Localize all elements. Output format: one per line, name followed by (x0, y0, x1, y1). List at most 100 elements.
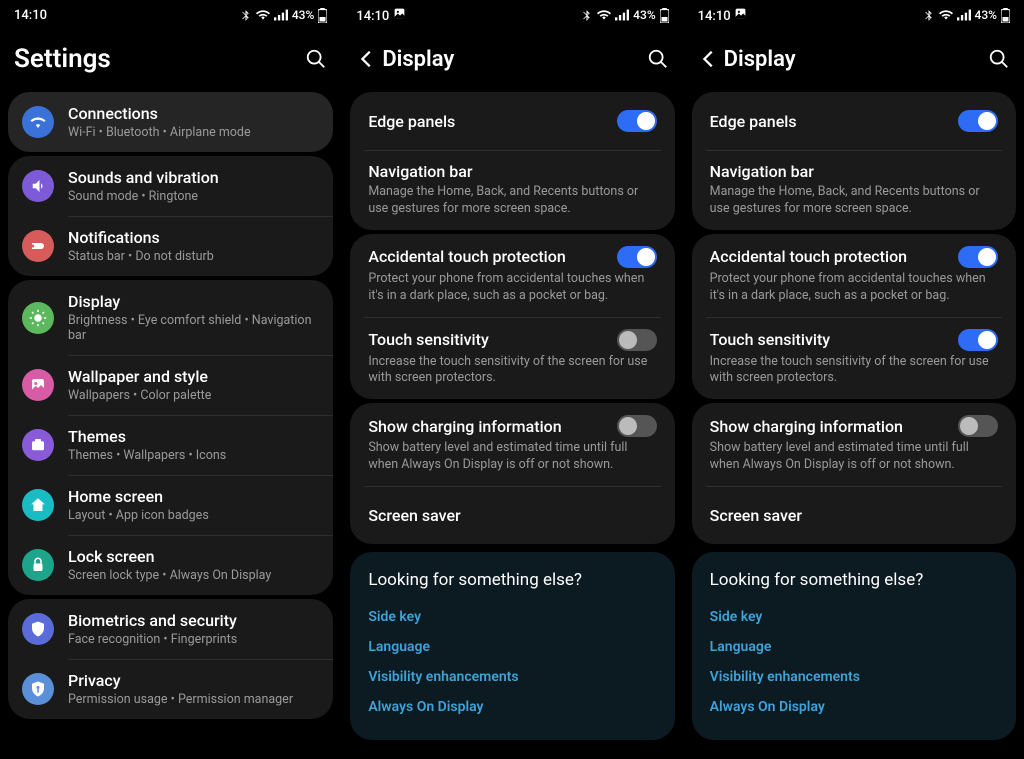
row-icon (22, 673, 54, 705)
row-icon (22, 369, 54, 401)
battery-icon (1001, 8, 1010, 23)
row-accidental-touch[interactable]: Accidental touch protectionProtect your … (350, 234, 674, 317)
settings-row-connections[interactable]: ConnectionsWi-Fi • Bluetooth • Airplane … (8, 92, 333, 152)
settings-row-biometrics-and-security[interactable]: Biometrics and security Face recognition … (8, 599, 333, 659)
battery-pct: 43% (633, 8, 655, 22)
row-icon (22, 489, 54, 521)
lookfor-link[interactable]: Side key (368, 602, 656, 632)
row-label: Accidental touch protection (368, 247, 616, 266)
statusbar: 14:10 43% (342, 0, 682, 30)
settings-row-display[interactable]: Display Brightness • Eye comfort shield •… (8, 280, 333, 355)
row-sub: Brightness • Eye comfort shield • Naviga… (68, 313, 319, 343)
lookfor-link[interactable]: Always On Display (368, 692, 656, 722)
search-icon[interactable] (645, 48, 669, 70)
row-accidental-touch[interactable]: Accidental touch protection Protect your … (692, 234, 1016, 317)
page-title: Display (724, 47, 986, 72)
row-label: Sounds and vibration (68, 168, 319, 187)
signal-icon (957, 9, 971, 21)
settings-group: Sounds and vibration Sound mode • Rington… (8, 156, 333, 276)
row-icon (22, 230, 54, 262)
wifi-icon (256, 8, 270, 22)
row-label: Navigation bar (710, 162, 998, 181)
lookfor-link[interactable]: Always On Display (710, 692, 998, 722)
settings-row-privacy[interactable]: PrivacyPermission usage • Permission man… (8, 659, 333, 719)
row-sub: Sound mode • Ringtone (68, 189, 319, 204)
row-sub: Wallpapers • Color palette (68, 388, 319, 403)
display-group-1: Edge panels Navigation bar Manage the Home… (692, 92, 1016, 230)
row-label: Privacy (68, 671, 319, 690)
lookfor-link[interactable]: Visibility enhancements (710, 662, 998, 692)
page-title: Display (382, 47, 644, 72)
battery-pct: 43% (292, 8, 314, 22)
lookfor-title: Looking for something else? (710, 570, 998, 590)
row-charging-info[interactable]: Show charging information Show battery le… (350, 403, 674, 486)
settings-row-lock-screen[interactable]: Lock screenScreen lock type • Always On … (8, 535, 333, 595)
search-icon[interactable] (303, 48, 327, 70)
lookfor-link[interactable]: Visibility enhancements (368, 662, 656, 692)
row-icon (22, 170, 54, 202)
toggle-switch[interactable] (617, 415, 657, 437)
toggle-switch[interactable] (617, 110, 657, 132)
toggle-switch[interactable] (958, 415, 998, 437)
row-label: Screen saver (368, 506, 656, 525)
row-sub: Show battery level and estimated time un… (368, 440, 656, 474)
battery-icon (318, 8, 327, 23)
gallery-icon (393, 7, 406, 20)
row-sub: Manage the Home, Back, and Recents butto… (710, 184, 998, 218)
lookfor-link[interactable]: Language (710, 632, 998, 662)
row-sub: Layout • App icon badges (68, 508, 319, 523)
toggle-switch[interactable] (617, 246, 657, 268)
settings-row-home-screen[interactable]: Home screen Layout • App icon badges (8, 475, 333, 535)
settings-row-sounds-and-vibration[interactable]: Sounds and vibration Sound mode • Rington… (8, 156, 333, 216)
row-navigation-bar[interactable]: Navigation barManage the Home, Back, and… (350, 150, 674, 230)
settings-row-notifications[interactable]: NotificationsStatus bar • Do not disturb (8, 216, 333, 276)
row-sub: Protect your phone from accidental touch… (710, 271, 998, 305)
clock: 14:10 (356, 9, 389, 24)
row-sub: Face recognition • Fingerprints (68, 632, 319, 647)
settings-row-themes[interactable]: ThemesThemes • Wallpapers • Icons (8, 415, 333, 475)
display-group-1: Edge panelsNavigation barManage the Home… (350, 92, 674, 230)
row-sub: Screen lock type • Always On Display (68, 568, 319, 583)
header: Settings (0, 30, 341, 88)
looking-for-block: Looking for something else?Side keyLangu… (350, 552, 674, 740)
toggle-switch[interactable] (617, 329, 657, 351)
row-label: Accidental touch protection (710, 247, 958, 266)
row-charging-info[interactable]: Show charging information Show battery le… (692, 403, 1016, 486)
row-sub: Themes • Wallpapers • Icons (68, 448, 319, 463)
row-label: Biometrics and security (68, 611, 319, 630)
search-icon[interactable] (986, 48, 1010, 70)
row-screen-saver[interactable]: Screen saver (350, 486, 674, 544)
settings-row-wallpaper-and-style[interactable]: Wallpaper and styleWallpapers • Color pa… (8, 355, 333, 415)
row-navigation-bar[interactable]: Navigation bar Manage the Home, Back, and… (692, 150, 1016, 230)
lookfor-link[interactable]: Language (368, 632, 656, 662)
row-label: Connections (68, 104, 319, 123)
back-icon[interactable] (356, 48, 382, 70)
display-group-3: Show charging information Show battery le… (350, 403, 674, 544)
row-screen-saver[interactable]: Screen saver (692, 486, 1016, 544)
row-icon (22, 549, 54, 581)
settings-group: Display Brightness • Eye comfort shield •… (8, 280, 333, 595)
row-touch-sensitivity[interactable]: Touch sensitivityIncrease the touch sens… (692, 317, 1016, 400)
back-icon[interactable] (698, 48, 724, 70)
lookfor-link[interactable]: Side key (710, 602, 998, 632)
bluetooth-icon (239, 9, 252, 22)
row-label: Show charging information (368, 417, 616, 436)
row-label: Show charging information (710, 417, 958, 436)
row-label: Home screen (68, 487, 319, 506)
toggle-switch[interactable] (958, 110, 998, 132)
row-sub: Show battery level and estimated time un… (710, 440, 998, 474)
toggle-switch[interactable] (958, 246, 998, 268)
toggle-switch[interactable] (958, 329, 998, 351)
row-touch-sensitivity[interactable]: Touch sensitivityIncrease the touch sens… (350, 317, 674, 400)
signal-icon (615, 9, 629, 21)
row-label: Touch sensitivity (710, 330, 958, 349)
page-title: Settings (14, 44, 303, 74)
header: Display (342, 30, 682, 88)
statusbar: 14:10 43% (684, 0, 1024, 30)
row-edge-panels[interactable]: Edge panels (692, 92, 1016, 150)
row-label: Display (68, 292, 319, 311)
looking-for-block: Looking for something else? Side keyLangu… (692, 552, 1016, 740)
row-edge-panels[interactable]: Edge panels (350, 92, 674, 150)
phone-settings: 14:10 43% Settings ConnectionsWi-Fi • Bl… (0, 0, 341, 759)
row-icon (22, 429, 54, 461)
